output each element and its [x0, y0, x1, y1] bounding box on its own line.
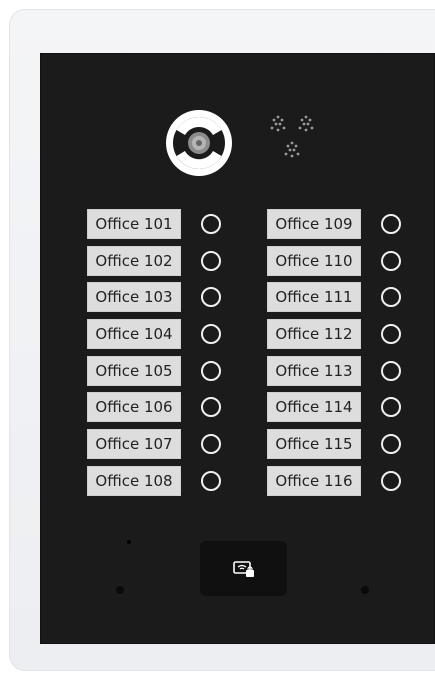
office-row[interactable]: Office 105: [87, 356, 221, 386]
office-row[interactable]: Office 106: [87, 392, 221, 422]
office-label: Office 112: [267, 319, 361, 349]
office-label: Office 109: [267, 209, 361, 239]
office-label: Office 115: [267, 429, 361, 459]
office-row[interactable]: Office 104: [87, 319, 221, 349]
card-reader-icon: [232, 560, 254, 577]
office-label: Office 108: [87, 466, 181, 496]
office-label: Office 113: [267, 356, 361, 386]
call-button-icon[interactable]: [201, 434, 221, 454]
call-button-icon[interactable]: [381, 397, 401, 417]
office-label: Office 102: [87, 246, 181, 276]
office-row[interactable]: Office 113: [267, 356, 401, 386]
office-row[interactable]: Office 103: [87, 282, 221, 312]
office-row[interactable]: Office 108: [87, 466, 221, 496]
office-label: Office 111: [267, 282, 361, 312]
call-button-icon[interactable]: [201, 471, 221, 491]
call-button-icon[interactable]: [201, 214, 221, 234]
office-label: Office 101: [87, 209, 181, 239]
call-button-icon[interactable]: [201, 361, 221, 381]
office-row[interactable]: Office 102: [87, 246, 221, 276]
card-reader[interactable]: [200, 541, 287, 596]
call-button-icon[interactable]: [381, 361, 401, 381]
speaker-icon: [262, 108, 322, 168]
call-button-icon[interactable]: [381, 287, 401, 307]
call-button-icon[interactable]: [201, 251, 221, 271]
call-button-icon[interactable]: [201, 287, 221, 307]
call-button-icon[interactable]: [381, 471, 401, 491]
office-label: Office 104: [87, 319, 181, 349]
office-label: Office 110: [267, 246, 361, 276]
office-row[interactable]: Office 109: [267, 209, 401, 239]
office-label: Office 116: [267, 466, 361, 496]
call-button-icon[interactable]: [201, 324, 221, 344]
office-label: Office 107: [87, 429, 181, 459]
office-row[interactable]: Office 114: [267, 392, 401, 422]
call-button-icon[interactable]: [381, 214, 401, 234]
call-button-icon[interactable]: [381, 434, 401, 454]
screw-hole: [116, 586, 124, 594]
office-label: Office 103: [87, 282, 181, 312]
office-row[interactable]: Office 107: [87, 429, 221, 459]
camera-icon: [164, 108, 234, 178]
office-row[interactable]: Office 115: [267, 429, 401, 459]
call-button-icon[interactable]: [381, 324, 401, 344]
office-row[interactable]: Office 101: [87, 209, 221, 239]
call-button-icon[interactable]: [201, 397, 221, 417]
office-label: Office 114: [267, 392, 361, 422]
office-row[interactable]: Office 110: [267, 246, 401, 276]
screw-hole: [361, 586, 369, 594]
microphone-icon: [127, 540, 131, 544]
office-row[interactable]: Office 116: [267, 466, 401, 496]
office-label: Office 105: [87, 356, 181, 386]
office-row[interactable]: Office 111: [267, 282, 401, 312]
call-button-icon[interactable]: [381, 251, 401, 271]
office-label: Office 106: [87, 392, 181, 422]
office-row[interactable]: Office 112: [267, 319, 401, 349]
